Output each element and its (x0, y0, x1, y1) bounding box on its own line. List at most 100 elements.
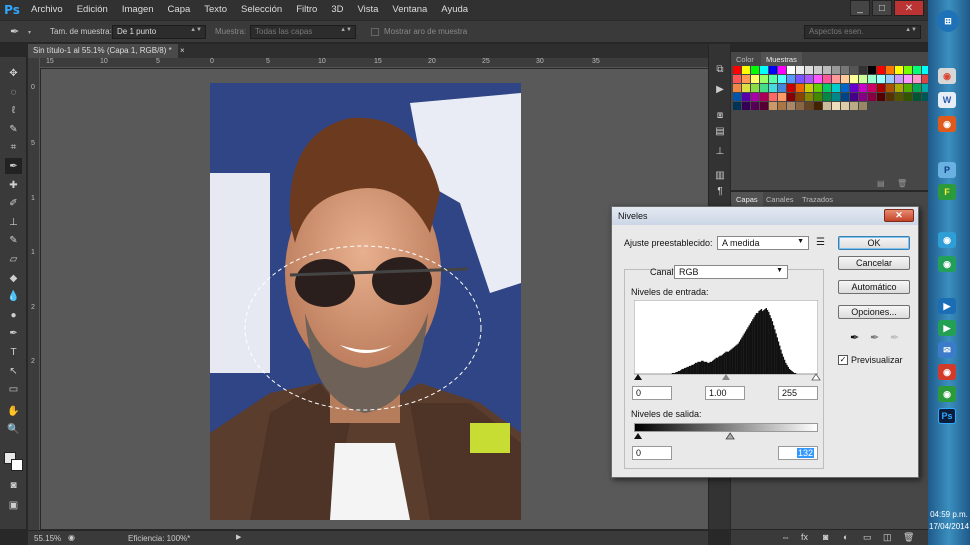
pen-tool-icon[interactable]: ✒ (5, 325, 22, 341)
color-swatch[interactable] (823, 75, 831, 83)
color-swatch[interactable] (769, 93, 777, 101)
color-swatch[interactable] (832, 66, 840, 74)
color-swatch[interactable] (886, 66, 894, 74)
color-swatch[interactable] (877, 75, 885, 83)
color-swatch[interactable] (913, 75, 921, 83)
color-swatch[interactable] (832, 84, 840, 92)
color-swatch[interactable] (877, 93, 885, 101)
clock-time[interactable]: 04:59 p.m. (929, 510, 969, 519)
input-white-field[interactable]: 255 (778, 386, 818, 400)
media-player-icon[interactable]: ▶ (938, 298, 956, 314)
color-swatch[interactable] (760, 75, 768, 83)
color-swatch[interactable] (886, 84, 894, 92)
color-swatch[interactable] (733, 75, 741, 83)
color-swatch[interactable] (904, 93, 912, 101)
lasso-tool-icon[interactable]: ℓ (5, 102, 22, 118)
tab-color[interactable]: Color (731, 52, 759, 66)
maximize-button[interactable]: □ (872, 0, 892, 16)
color-swatch[interactable] (823, 102, 831, 110)
input-gamma-field[interactable]: 1.00 (705, 386, 745, 400)
color-swatch[interactable] (895, 84, 903, 92)
color-swatch[interactable] (841, 102, 849, 110)
menu-imagen[interactable]: Imagen (115, 0, 161, 20)
color-swatch[interactable] (787, 93, 795, 101)
color-swatch[interactable] (760, 102, 768, 110)
color-swatch[interactable] (841, 84, 849, 92)
type-tool-icon[interactable]: T (5, 344, 22, 360)
color-swatch[interactable] (904, 75, 912, 83)
color-swatch[interactable] (832, 93, 840, 101)
eraser-tool-icon[interactable]: ▱ (5, 251, 22, 267)
photoshop-taskbar-icon[interactable]: Ps (938, 408, 956, 424)
brush-panel-icon[interactable]: ▤ (713, 124, 727, 138)
tab-muestras[interactable]: Muestras (761, 52, 802, 66)
zoom-tool-icon[interactable]: 🔍 (5, 421, 22, 437)
color-swatch[interactable] (832, 75, 840, 83)
sample-size-select[interactable]: De 1 punto ▲▼ (112, 25, 206, 39)
color-swatch[interactable] (769, 84, 777, 92)
app-circle-icon[interactable]: ◉ (938, 232, 956, 248)
background-color-swatch[interactable] (11, 459, 23, 471)
status-menu-arrow-icon[interactable]: ▶ (236, 533, 241, 541)
cancel-button[interactable]: Cancelar (838, 256, 910, 270)
minimize-button[interactable]: _ (850, 0, 870, 16)
color-swatch[interactable] (796, 75, 804, 83)
color-swatch[interactable] (778, 75, 786, 83)
app-p-icon[interactable]: P (938, 162, 956, 178)
actions-panel-icon[interactable]: ▶ (713, 82, 727, 96)
color-swatch[interactable] (868, 66, 876, 74)
color-swatch[interactable] (805, 93, 813, 101)
color-swatch[interactable] (742, 93, 750, 101)
quick-mask-icon[interactable]: ◙ (5, 477, 22, 493)
color-swatch[interactable] (913, 84, 921, 92)
status-icon[interactable]: ◉ (68, 533, 75, 542)
color-swatch[interactable] (859, 75, 867, 83)
color-swatch[interactable] (850, 93, 858, 101)
adjustment-layer-icon[interactable]: ◐ (843, 532, 848, 542)
document-photo[interactable] (210, 83, 521, 520)
color-swatch[interactable] (751, 93, 759, 101)
tab-canales[interactable]: Canales (761, 192, 799, 206)
color-swatch[interactable] (769, 102, 777, 110)
color-swatch[interactable] (904, 84, 912, 92)
hand-tool-icon[interactable]: ✋ (5, 403, 22, 419)
rectangle-tool-icon[interactable]: ▭ (5, 381, 22, 397)
healing-tool-icon[interactable]: ✚ (5, 177, 22, 193)
tab-trazados[interactable]: Trazados (797, 192, 838, 206)
color-swatch[interactable] (805, 102, 813, 110)
menu-ayuda[interactable]: Ayuda (434, 0, 475, 20)
close-tab-icon[interactable]: × (180, 46, 185, 55)
preset-options-icon[interactable]: ☰ (816, 237, 825, 248)
menu-edicion[interactable]: Edición (70, 0, 115, 20)
new-layer-icon[interactable]: ◫ (883, 532, 892, 543)
color-swatch[interactable] (895, 75, 903, 83)
color-swatch[interactable] (778, 93, 786, 101)
color-swatch[interactable] (877, 66, 885, 74)
character-panel-icon[interactable]: ▥ (713, 168, 727, 182)
color-swatch[interactable] (796, 84, 804, 92)
color-swatch[interactable] (823, 84, 831, 92)
menu-ventana[interactable]: Ventana (385, 0, 434, 20)
color-swatch[interactable] (886, 93, 894, 101)
sample-select[interactable]: Todas las capas ▲▼ (250, 25, 356, 39)
mail-icon[interactable]: ✉ (938, 342, 956, 358)
color-swatch[interactable] (859, 66, 867, 74)
adjustments-panel-icon[interactable]: ⧆ (713, 108, 727, 122)
color-swatch[interactable] (814, 75, 822, 83)
new-swatch-icon[interactable]: ▤ (877, 179, 885, 188)
color-swatch[interactable] (895, 93, 903, 101)
color-swatch[interactable] (886, 75, 894, 83)
color-swatch[interactable] (850, 66, 858, 74)
clock-date[interactable]: 17/04/2014 (929, 522, 969, 531)
color-swatch[interactable] (787, 66, 795, 74)
tool-preset-arrow-icon[interactable]: ▾ (28, 29, 31, 36)
color-swatch[interactable] (805, 84, 813, 92)
gray-eyedropper-icon[interactable]: ✒ (870, 331, 879, 344)
menu-filtro[interactable]: Filtro (289, 0, 324, 20)
show-ring-checkbox[interactable] (371, 28, 379, 36)
color-swatch[interactable] (841, 66, 849, 74)
white-eyedropper-icon[interactable]: ✒ (890, 331, 899, 344)
output-black-slider[interactable] (634, 433, 642, 439)
color-swatch[interactable] (868, 93, 876, 101)
color-swatch[interactable] (823, 66, 831, 74)
